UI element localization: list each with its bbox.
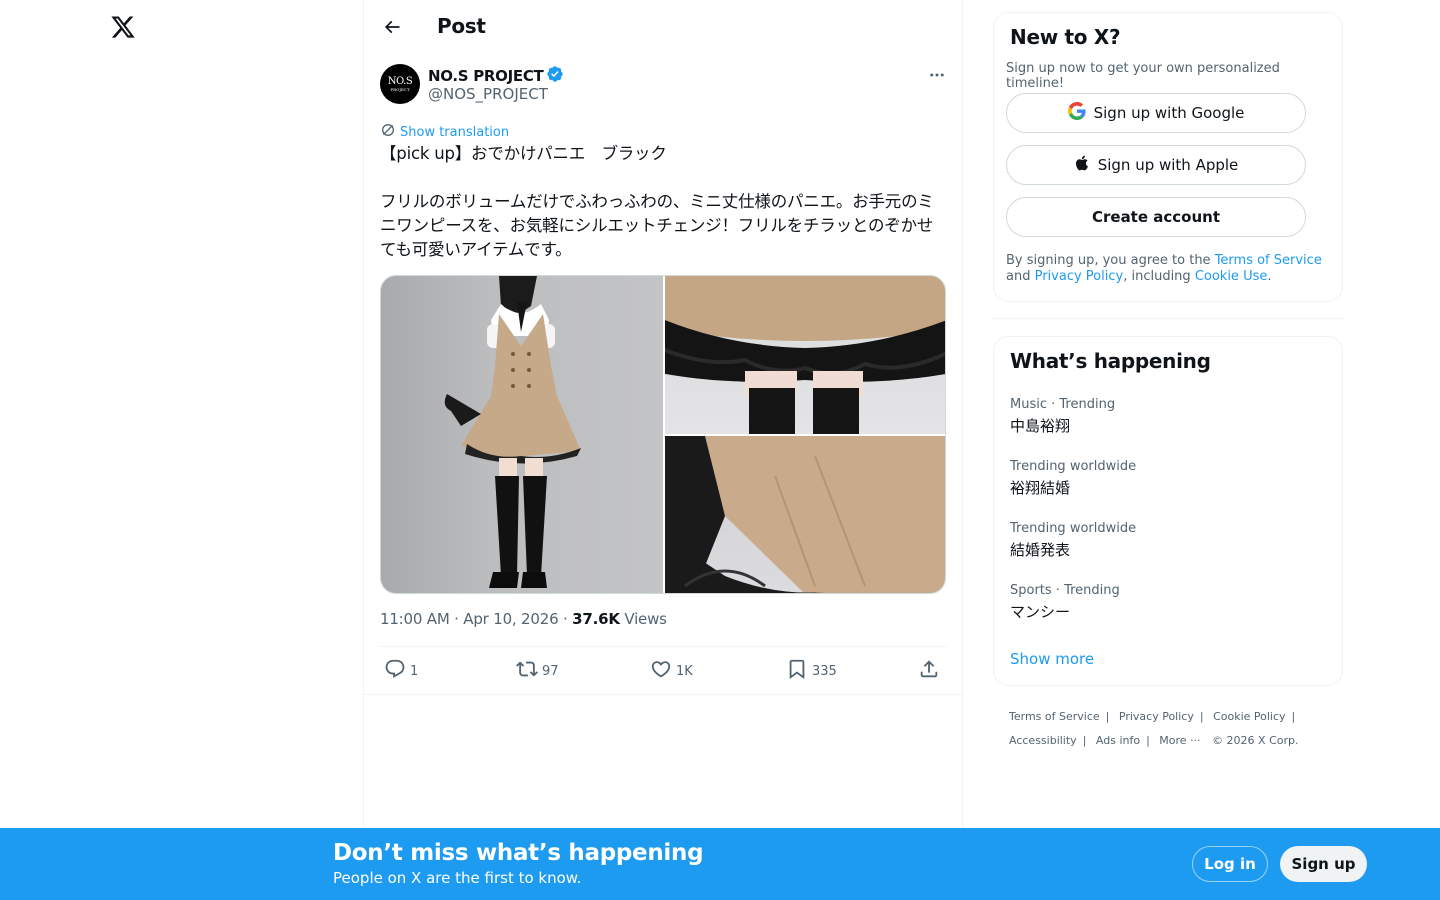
share-icon [918,658,940,684]
main-column: Post NO.S PROJECT NO.S PROJECT @NOS_PROJ… [363,0,963,900]
signup-banner: Don’t miss what’s happening People on X … [0,828,1440,900]
more-options-icon[interactable] [926,64,948,86]
footer-more-link[interactable]: More ··· [1159,734,1200,747]
x-logo-icon[interactable] [106,10,140,44]
privacy-link[interactable]: Privacy Policy [1035,269,1124,284]
media-image-3[interactable] [665,436,945,593]
trend-item[interactable]: Trending worldwide 結婚発表 [1010,521,1136,560]
legal-text-part: By signing up, you agree to the [1006,253,1215,268]
views-label: Views [624,610,667,628]
repost-count: 97 [542,663,559,679]
trend-item[interactable]: Sports · Trending マンシー [1010,583,1120,622]
arrow-left-icon[interactable] [380,14,404,40]
bookmark-icon [786,658,808,684]
repost-icon [516,658,538,684]
author-handle[interactable]: @NOS_PROJECT [428,85,548,103]
views-count: 37.6K [572,610,620,628]
divider [380,646,946,647]
divider [993,318,1343,319]
banner-title: Don’t miss what’s happening [333,840,704,866]
trend-category: Trending worldwide [1010,459,1137,474]
terms-link[interactable]: Terms of Service [1215,253,1322,268]
trend-item[interactable]: Trending worldwide 裕翔結婚 [1010,459,1136,498]
avatar-line2: PROJECT [390,86,410,92]
post-text: 【pick up】おでかけパニエ ブラック フリルのボリュームだけでふわっふわの… [380,144,934,259]
trend-category: Trending worldwide [1010,521,1137,536]
verified-badge-icon [546,65,564,87]
apple-signup-label: Sign up with Apple [1097,156,1239,174]
reply-count: 1 [410,663,419,679]
footer-accessibility-link[interactable]: Accessibility [1009,734,1077,747]
signup-legal-text: By signing up, you agree to the Terms of… [1006,253,1332,285]
post-header: Post [364,0,964,53]
post-meta: 11:00 AM · Apr 10, 2026 · 37.6K Views [380,610,667,628]
reply-button[interactable]: 1 [384,656,418,686]
signup-card: New to X? Sign up now to get your own pe… [993,12,1343,302]
trend-item[interactable]: Music · Trending 中島裕翔 [1010,397,1115,436]
media-image-1[interactable] [381,276,663,593]
page-title: Post [437,14,486,38]
footer-cookie-link[interactable]: Cookie Policy [1213,710,1285,723]
footer-terms-link[interactable]: Terms of Service [1009,710,1100,723]
bookmark-count: 335 [812,663,837,679]
show-more-link[interactable]: Show more [1010,650,1094,668]
trend-category: Sports · Trending [1010,583,1120,598]
post-media-grid[interactable] [380,275,946,594]
media-image-2[interactable] [665,276,945,434]
login-button[interactable]: Log in [1192,846,1268,882]
divider [364,694,962,695]
like-count: 1K [676,663,693,679]
create-account-button[interactable]: Create account [1006,197,1306,237]
avatar[interactable]: NO.S PROJECT [380,64,420,104]
author-name-text: NO.S PROJECT [428,67,544,85]
show-translation-link[interactable]: Show translation [380,122,509,142]
trend-category: Music · Trending [1010,397,1116,412]
footer-ads-link[interactable]: Ads info [1096,734,1140,747]
like-button[interactable]: 1K [650,656,693,686]
translate-icon [380,122,396,142]
trends-card: What’s happening Music · Trending 中島裕翔 T… [993,336,1343,686]
banner-subtitle: People on X are the first to know. [333,869,582,887]
post-timestamp[interactable]: 11:00 AM · Apr 10, 2026 [380,610,559,628]
author-name[interactable]: NO.S PROJECT [428,65,564,87]
signup-subtitle: Sign up now to get your own personalized… [1006,61,1280,91]
left-nav [0,0,363,900]
legal-text-part: , including [1123,269,1195,284]
google-signup-label: Sign up with Google [1093,104,1245,122]
share-button[interactable] [918,656,940,686]
show-translation-label: Show translation [400,124,510,140]
signup-title: New to X? [1010,25,1121,49]
legal-text-part: . [1267,269,1272,284]
post-actions: 1 97 1K 335 [380,656,946,686]
footer-links: Terms of Service | Privacy Policy | Cookie… [1009,710,1299,747]
trend-name: 裕翔結婚 [1010,479,1071,497]
reply-icon [384,658,406,684]
trend-name: マンシー [1010,603,1071,621]
cookie-link[interactable]: Cookie Use [1195,269,1268,284]
avatar-line1: NO.S [387,75,413,87]
apple-signup-button[interactable]: Sign up with Apple [1006,145,1306,185]
copyright: © 2026 X Corp. [1212,734,1299,747]
google-icon [1067,102,1086,124]
google-signup-button[interactable]: Sign up with Google [1006,93,1306,133]
signup-button[interactable]: Sign up [1280,846,1367,882]
legal-text-part: and [1006,269,1035,284]
trend-name: 中島裕翔 [1010,417,1071,435]
trend-name: 結婚発表 [1010,541,1071,559]
heart-icon [650,658,672,684]
apple-icon [1074,154,1090,176]
footer-privacy-link[interactable]: Privacy Policy [1119,710,1194,723]
repost-button[interactable]: 97 [516,656,559,686]
bookmark-button[interactable]: 335 [786,656,837,686]
trends-title: What’s happening [1010,349,1211,373]
